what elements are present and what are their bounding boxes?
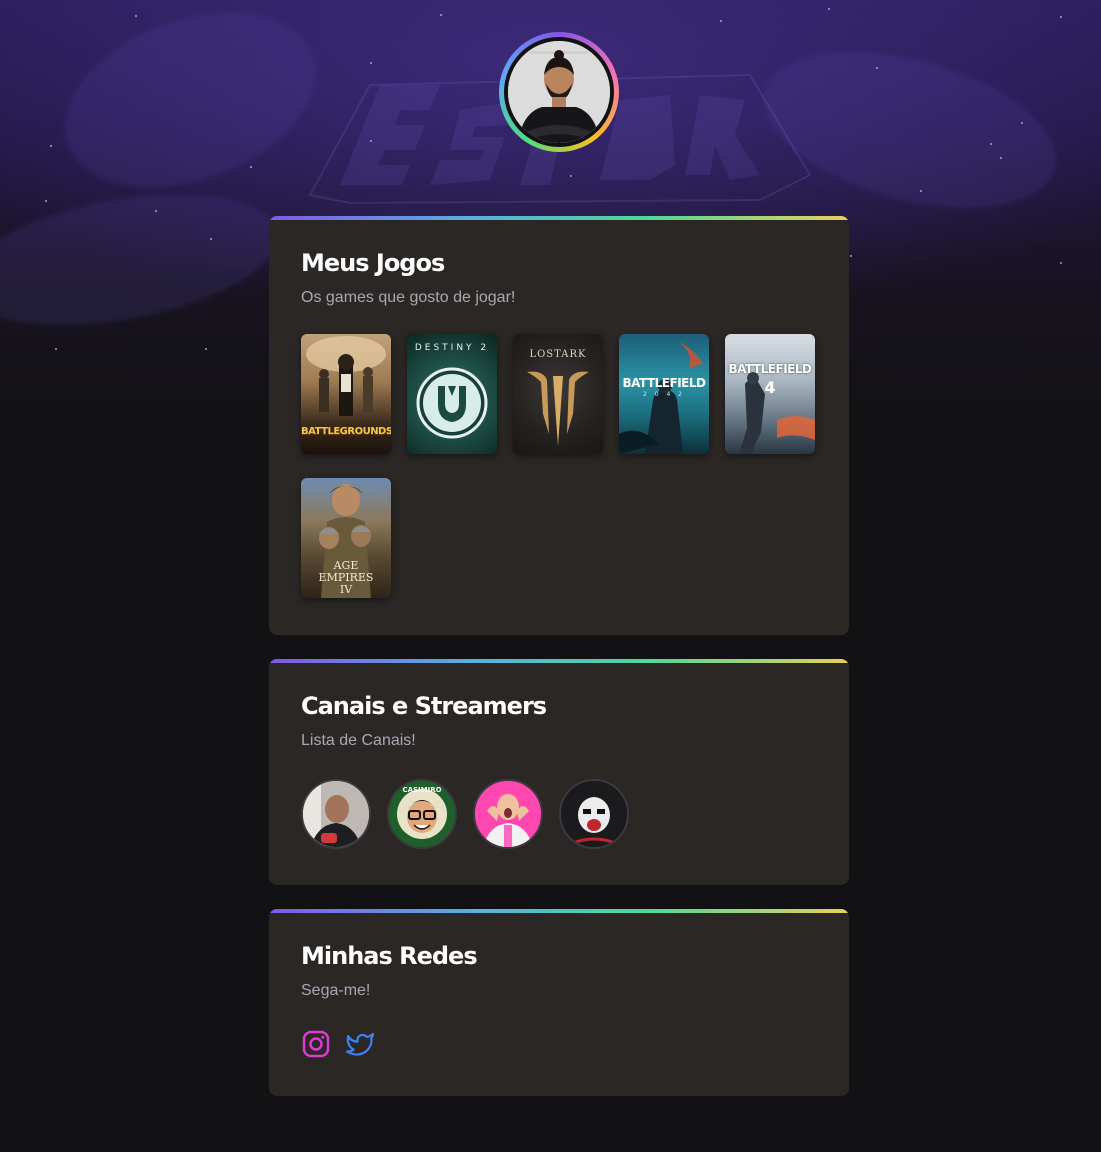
game-cover-text: BATTLEFIELD (728, 362, 812, 376)
channels-card: Canais e Streamers Lista de Canais! CASI… (269, 659, 849, 885)
game-cover-text: BATTLEFIELD (622, 376, 706, 390)
instagram-link[interactable] (301, 1029, 331, 1059)
profile-avatar (499, 32, 619, 152)
lost-ark-emblem-icon (527, 371, 589, 446)
game-cover-text: BATTLEGROUNDS (301, 426, 391, 437)
channel-avatar-1[interactable] (301, 779, 371, 849)
channel-avatar-3[interactable] (473, 779, 543, 849)
game-cover-text: AGE EMPIRES IV (318, 559, 374, 596)
social-section-title: Minhas Redes (301, 942, 478, 970)
twitter-link[interactable] (345, 1029, 375, 1059)
games-grid: BATTLEGROUNDS DESTINY 2 LOSTARK BATTLEFI… (301, 334, 817, 598)
game-cover-pubg[interactable]: BATTLEGROUNDS (301, 334, 391, 454)
game-cover-lost-ark[interactable]: LOSTARK (513, 334, 603, 454)
game-cover-battlefield-4[interactable]: BATTLEFIELD 4 (725, 334, 815, 454)
profile-photo (508, 41, 610, 143)
games-card: Meus Jogos Os games que gosto de jogar! … (269, 216, 849, 635)
instagram-icon (302, 1030, 330, 1058)
social-section-subtitle: Sega-me! (301, 982, 371, 999)
game-cover-destiny-2[interactable]: DESTINY 2 (407, 334, 497, 454)
channels-list: CASIMIRO (301, 779, 817, 849)
game-cover-battlefield-2042[interactable]: BATTLEFIELD 2 0 4 2 (619, 334, 709, 454)
social-links (301, 1029, 817, 1059)
destiny-emblem-icon (416, 367, 488, 439)
channels-section-title: Canais e Streamers (301, 692, 547, 720)
svg-text:CASIMIRO: CASIMIRO (402, 786, 441, 794)
game-cover-age-of-empires-4[interactable]: AGE EMPIRES IV (301, 478, 391, 598)
social-card: Minhas Redes Sega-me! (269, 909, 849, 1096)
channels-section-subtitle: Lista de Canais! (301, 732, 416, 749)
twitter-icon (345, 1032, 375, 1056)
channel-avatar-casimiro[interactable]: CASIMIRO (387, 779, 457, 849)
games-section-subtitle: Os games que gosto de jogar! (301, 289, 516, 306)
channel-avatar-4[interactable] (559, 779, 629, 849)
games-section-title: Meus Jogos (301, 249, 445, 277)
